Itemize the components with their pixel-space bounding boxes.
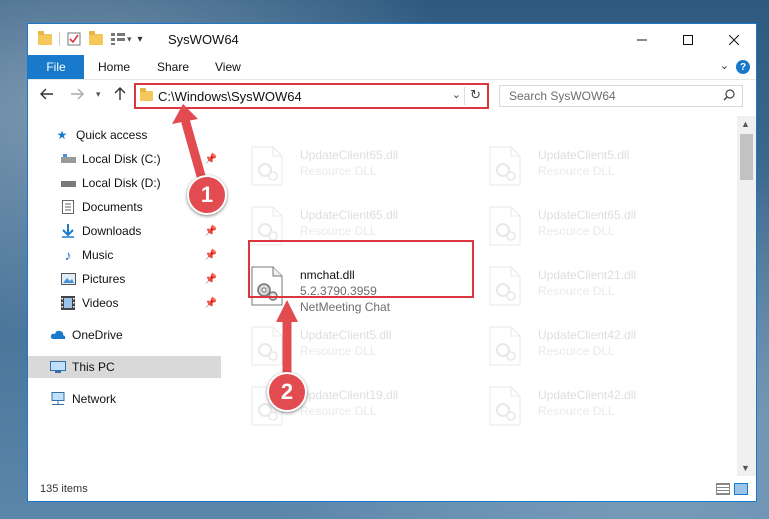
- annotation-overlay: [172, 104, 298, 385]
- step-badge-1: 1: [187, 175, 227, 215]
- step-badge-2: 2: [267, 372, 307, 412]
- arrow-2-head: [276, 300, 298, 322]
- arrow-1-head: [172, 104, 198, 124]
